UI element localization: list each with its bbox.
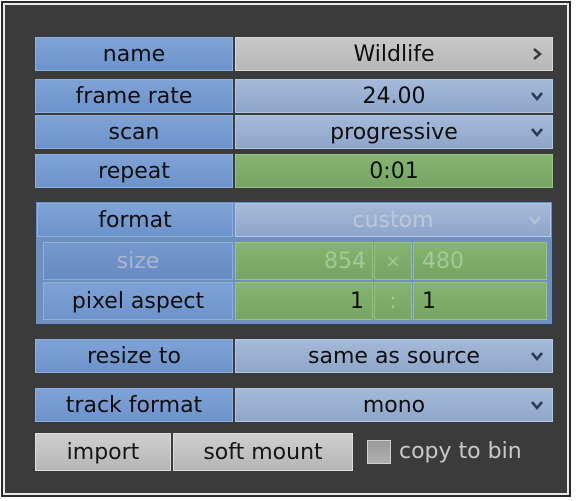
chevron-down-icon [531,92,543,102]
soft-mount-button-label: soft mount [203,439,323,465]
import-button[interactable]: import [35,433,171,471]
name-field[interactable]: Wildlife [235,37,553,71]
scan-label-text: scan [108,119,160,145]
clip-settings-panel: name Wildlife frame rate 24.00 scan prog… [1,1,571,497]
pixel-aspect-x-value: 1 [350,288,364,314]
name-label-text: name [102,41,166,67]
scan-value: progressive [330,119,458,145]
name-label: name [35,37,233,71]
resize-to-dropdown[interactable]: same as source [235,339,553,373]
name-value: Wildlife [353,41,435,67]
repeat-label: repeat [35,154,233,188]
pixel-aspect-x-field[interactable]: 1 [235,282,373,320]
chevron-down-icon [531,401,543,411]
pixel-aspect-separator-text: : [389,288,397,314]
chevron-down-icon [531,352,543,362]
repeat-label-text: repeat [98,158,170,184]
format-label: format [37,203,233,237]
scan-dropdown[interactable]: progressive [235,115,553,149]
pixel-aspect-label-text: pixel aspect [71,288,205,314]
size-separator-text: × [385,250,401,272]
size-separator: × [374,242,412,280]
size-height-field[interactable]: 480 [413,242,547,280]
import-button-label: import [66,439,140,465]
chevron-right-icon [533,48,543,60]
pixel-aspect-y-field[interactable]: 1 [413,282,547,320]
size-label: size [43,242,233,280]
resize-to-label: resize to [35,339,233,373]
track-format-dropdown[interactable]: mono [235,388,553,422]
format-dropdown[interactable]: custom [235,203,551,237]
track-format-label: track format [35,388,233,422]
size-width-value: 854 [324,248,366,274]
scan-label: scan [35,115,233,149]
format-value: custom [352,207,434,233]
chevron-down-icon [531,128,543,138]
frame-rate-value: 24.00 [362,83,426,109]
track-format-value: mono [362,392,426,418]
chevron-down-icon [529,216,541,226]
pixel-aspect-separator: : [374,282,412,320]
size-height-value: 480 [422,248,464,274]
frame-rate-label-text: frame rate [75,83,193,109]
copy-to-bin-checkbox[interactable] [367,440,391,464]
repeat-field[interactable]: 0:01 [235,154,553,188]
soft-mount-button[interactable]: soft mount [173,433,353,471]
repeat-value: 0:01 [369,158,419,184]
frame-rate-dropdown[interactable]: 24.00 [235,79,553,113]
resize-to-label-text: resize to [87,343,181,369]
pixel-aspect-label: pixel aspect [43,282,233,320]
size-width-field[interactable]: 854 [235,242,373,280]
pixel-aspect-y-value: 1 [422,288,436,314]
track-format-label-text: track format [65,392,203,418]
resize-to-value: same as source [308,343,480,369]
frame-rate-label: frame rate [35,79,233,113]
size-label-text: size [116,248,160,274]
format-label-text: format [98,207,172,233]
copy-to-bin-label: copy to bin [399,439,522,464]
